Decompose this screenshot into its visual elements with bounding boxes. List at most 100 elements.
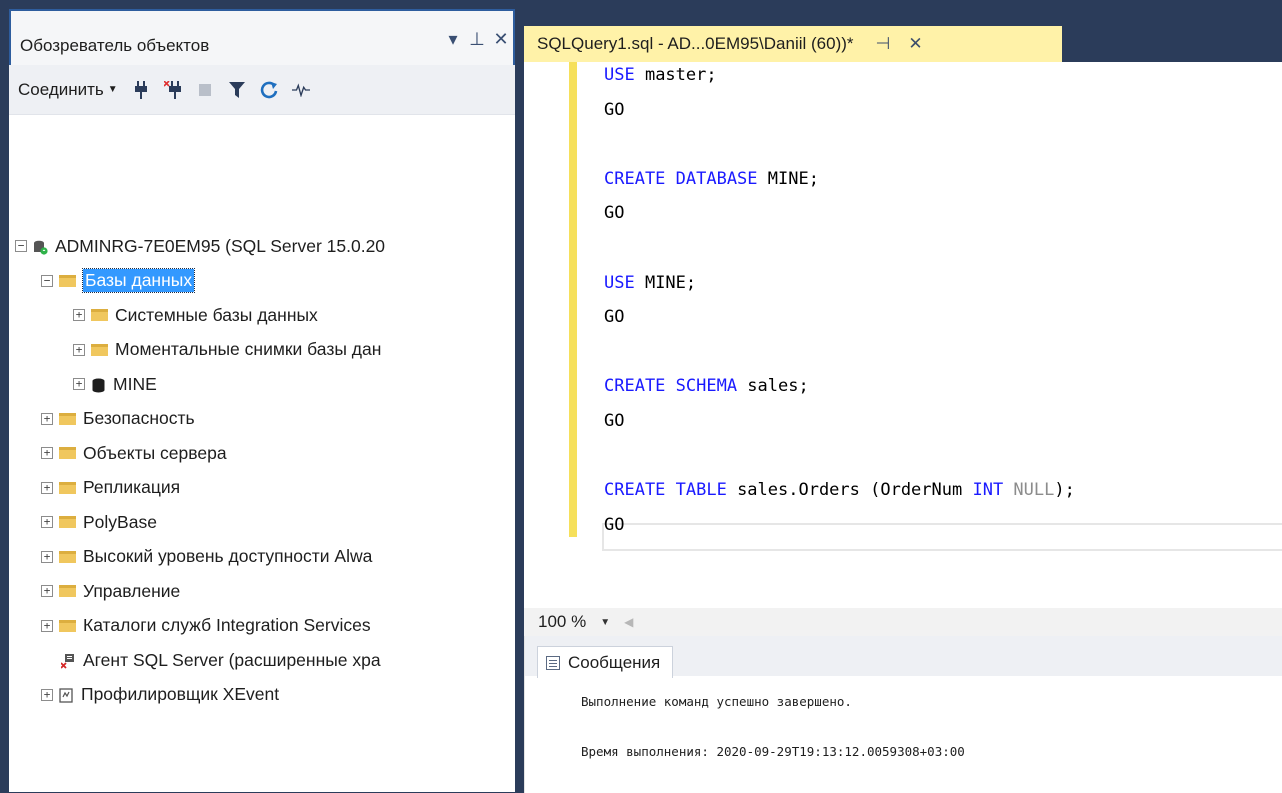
tree-node-label: Системные базы данных — [115, 304, 318, 325]
zoom-dropdown-icon[interactable]: ▼ — [600, 617, 610, 628]
expand-icon[interactable]: + — [41, 447, 53, 459]
close-icon[interactable]: ✕ — [493, 29, 509, 49]
code-keyword: USE — [604, 65, 645, 85]
tree-node-label: Управление — [83, 580, 181, 601]
code-token: sales.Orders (OrderNum — [737, 480, 973, 501]
editor-zoom-bar: 100 % ▼ ◀ — [524, 608, 1282, 636]
sql-agent-icon — [60, 653, 76, 669]
expand-icon[interactable]: + — [41, 585, 53, 597]
stop-icon[interactable] — [196, 80, 214, 100]
folder-icon — [59, 481, 76, 494]
folder-icon — [59, 516, 76, 528]
object-explorer-titlebar: Обозреватель объектов ▾ ⊥ ✕ — [9, 9, 515, 65]
code-token: master; — [644, 65, 717, 85]
scroll-left-icon[interactable]: ◀ — [624, 615, 633, 629]
message-line: Время выполнения: 2020-09-29T19:13:12.00… — [581, 744, 965, 759]
chevron-down-icon[interactable]: ▼ — [108, 84, 118, 95]
database-icon — [91, 377, 106, 392]
disconnect-plug-icon[interactable] — [163, 80, 182, 100]
tree-node[interactable]: + MINE — [73, 369, 157, 399]
folder-icon — [59, 619, 76, 632]
activity-monitor-icon[interactable] — [291, 80, 310, 100]
zoom-level[interactable]: 100 % — [524, 612, 586, 632]
code-token: GO — [604, 203, 625, 224]
tree-node[interactable]: + Управление — [41, 576, 180, 606]
tree-node-label: Каталоги служб Integration Services — [83, 615, 371, 635]
connect-label: Соединить — [18, 79, 104, 99]
collapse-icon[interactable]: − — [41, 274, 53, 287]
code-keyword: CREATE TABLE — [604, 480, 738, 501]
filter-icon[interactable] — [228, 80, 246, 100]
message-line: Выполнение команд успешно завершено. — [581, 694, 852, 709]
code-line: GO — [604, 200, 624, 226]
tab-sqlquery1[interactable]: SQLQuery1.sql - AD...0EM95\Daniil (60))*… — [524, 26, 1062, 62]
folder-icon — [59, 550, 76, 563]
expand-icon[interactable]: + — [41, 481, 53, 494]
expand-icon[interactable]: + — [41, 619, 53, 632]
folder-icon — [59, 585, 76, 597]
code-token: NULL — [1013, 480, 1055, 501]
xevent-profiler-icon — [59, 687, 74, 703]
pin-tab-icon[interactable]: ⊣ — [876, 34, 891, 54]
document-tab-strip: SQLQuery1.sql - AD...0EM95\Daniil (60))*… — [524, 8, 1282, 62]
code-line: GO — [604, 512, 624, 538]
collapse-icon[interactable]: − — [15, 240, 27, 252]
code-editor[interactable]: USE master; GO CREATE DATABASE MINE; GO USE … — [524, 62, 1282, 607]
tree-node[interactable]: + Профилировщик XEvent — [41, 680, 279, 710]
tree-node-label: Профилировщик XEvent — [81, 684, 280, 704]
tree-node-label: Репликация — [83, 477, 181, 497]
code-token: GO — [604, 411, 625, 431]
code-token: sales; — [747, 376, 809, 397]
tree-node[interactable]: Агент SQL Server (расширенные хра — [41, 645, 381, 675]
results-tab-strip: Сообщения — [525, 636, 1282, 678]
code-token: MINE; — [644, 272, 697, 293]
tree-node[interactable]: + Моментальные снимки базы дан — [73, 335, 381, 365]
tree-node[interactable]: + Системные базы данных — [73, 300, 318, 330]
expand-icon[interactable]: + — [73, 378, 85, 390]
expand-icon[interactable]: + — [41, 550, 53, 563]
tree-node[interactable]: − ADMINRG-7E0EM95 (SQL Server 15.0.20 — [15, 231, 385, 261]
code-line: CREATE TABLE sales.Orders (OrderNum INT … — [604, 477, 1075, 503]
code-token: GO — [604, 99, 625, 120]
refresh-icon[interactable] — [260, 80, 278, 100]
connect-button[interactable]: Соединить ▼ — [18, 80, 118, 100]
expand-icon[interactable]: + — [73, 309, 85, 321]
server-icon — [33, 239, 48, 255]
change-tracking-margin — [569, 62, 577, 537]
pin-icon[interactable]: ⊥ — [469, 29, 485, 49]
tree-node-label: Агент SQL Server (расширенные хра — [83, 649, 381, 670]
code-keyword: USE — [604, 272, 645, 293]
messages-icon — [546, 655, 560, 670]
expand-icon[interactable]: + — [73, 343, 85, 356]
code-token: GO — [604, 307, 625, 328]
tree-node[interactable]: + Безопасность — [41, 404, 195, 434]
tree-node[interactable]: + PolyBase — [41, 507, 157, 537]
tree-node[interactable]: + Репликация — [41, 473, 180, 503]
expand-icon[interactable]: + — [41, 412, 53, 425]
expand-icon[interactable]: + — [41, 688, 53, 701]
code-keyword: CREATE DATABASE — [604, 168, 768, 189]
tree-node-label: MINE — [113, 373, 157, 394]
tab-messages[interactable]: Сообщения — [537, 646, 674, 678]
query-editor-pane: SQLQuery1.sql - AD...0EM95\Daniil (60))*… — [524, 8, 1282, 793]
folder-icon — [91, 343, 108, 356]
tree-node-label: ADMINRG-7E0EM95 (SQL Server 15.0.20 — [55, 235, 386, 256]
object-explorer-panel: Обозреватель объектов ▾ ⊥ ✕ Соединить ▼ — [8, 8, 516, 793]
tree-node[interactable]: + Каталоги служб Integration Services — [41, 611, 371, 641]
messages-tab-label: Сообщения — [568, 652, 661, 672]
tree-node-label: Безопасность — [83, 408, 195, 428]
panel-dropdown-icon[interactable]: ▾ — [445, 29, 461, 49]
code-line: GO — [604, 97, 624, 123]
tree-node[interactable]: + Объекты сервера — [41, 438, 227, 468]
tree-node[interactable]: − Базы данных — [41, 266, 196, 296]
tree-node-label: Высокий уровень доступности Alwa — [83, 546, 373, 566]
close-tab-icon[interactable]: ✕ — [908, 34, 922, 54]
expand-icon[interactable]: + — [41, 516, 53, 528]
code-line: CREATE SCHEMA sales; — [604, 373, 809, 399]
current-line-highlight — [602, 523, 1282, 551]
results-pane: Сообщения Выполнение команд успешно заве… — [524, 636, 1282, 793]
connect-plug-icon[interactable] — [132, 80, 150, 100]
code-line: USE master; — [604, 62, 717, 88]
tree-node[interactable]: + Высокий уровень доступности Alwa — [41, 542, 372, 572]
folder-icon — [59, 274, 76, 287]
